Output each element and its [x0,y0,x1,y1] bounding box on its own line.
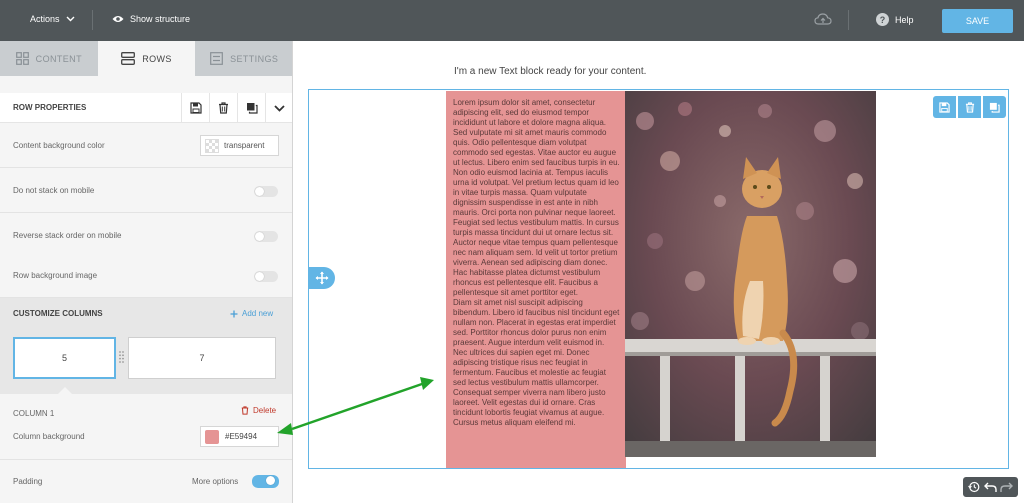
customize-columns-title: CUSTOMIZE COLUMNS [13,309,103,318]
column-1-content[interactable]: Lorem ipsum dolor sit amet, consectetur … [446,91,626,468]
chevron-down-icon [66,16,75,22]
text-block[interactable]: I'm a new Text block ready for your cont… [454,66,646,77]
delete-column-button[interactable]: Delete [241,406,276,415]
rows-icon [121,52,136,65]
row-properties-title: ROW PROPERTIES [13,103,87,112]
help-label: Help [895,14,914,25]
drag-handle-icon[interactable] [119,350,124,364]
move-arrows-icon [315,271,329,285]
column-1-title: COLUMN 1 [13,409,55,418]
history-toolbar [963,477,1018,497]
duplicate-icon [989,102,1000,113]
content-background-row: Content background color transparent [0,123,292,168]
tab-content-label: CONTENT [35,53,82,64]
cloud-upload-icon [814,13,832,25]
show-structure-button[interactable]: Show structure [112,14,190,24]
delete-label: Delete [253,406,277,415]
row-background-image-toggle[interactable] [254,271,278,282]
top-toolbar: Actions Show structure ? Help SAVE [0,0,1024,41]
content-background-label: Content background color [13,141,105,150]
selected-row[interactable]: Lorem ipsum dolor sit amet, consectetur … [308,89,1009,469]
floppy-disk-icon [189,102,202,114]
do-not-stack-toggle[interactable] [254,186,278,197]
settings-icon [210,52,223,65]
row-properties-header: ROW PROPERTIES [0,93,292,123]
tab-rows[interactable]: ROWS [97,41,196,76]
trash-icon [241,406,249,415]
toolbar-divider [92,10,93,30]
padding-row: Padding More options [0,461,292,503]
reverse-stack-toggle[interactable] [254,231,278,242]
column-1-section: COLUMN 1 Delete Column background #E5949… [0,394,292,460]
history-clock-icon [968,481,980,493]
eye-icon [112,16,124,22]
more-options-label: More options [192,477,239,486]
row-background-image-label: Row background image [13,271,98,280]
do-not-stack-row: Do not stack on mobile [0,168,292,213]
cat-image [625,91,876,457]
tab-rows-label: ROWS [142,53,172,64]
lorem-text: Lorem ipsum dolor sit amet, consectetur … [453,98,620,427]
row-background-image-row: Row background image [0,253,292,298]
move-row-handle[interactable] [309,267,335,289]
floppy-disk-icon [939,101,950,113]
editor-canvas: I'm a new Text block ready for your cont… [294,41,1024,503]
column-background-color-picker[interactable]: #E59494 [200,426,279,447]
add-column-button[interactable]: Add new [230,309,273,318]
column-pointer [58,387,72,394]
more-options-toggle[interactable] [252,475,279,488]
save-row-tool[interactable] [933,96,956,118]
content-background-color-picker[interactable]: transparent [200,135,279,156]
trash-icon [965,101,974,113]
duplicate-icon [246,103,258,114]
column-1-box[interactable]: 5 [13,337,116,379]
customize-columns-section: CUSTOMIZE COLUMNS Add new 5 7 [0,298,292,394]
trash-icon [219,102,228,114]
redo-button[interactable] [1000,480,1014,494]
tab-settings[interactable]: SETTINGS [195,41,292,76]
grid-icon [15,52,29,65]
plus-icon [230,310,238,317]
tab-settings-label: SETTINGS [230,53,279,64]
delete-row-button[interactable] [209,93,237,123]
help-icon: ? [876,13,889,26]
toolbar-divider [848,10,849,30]
column-background-value: #E59494 [225,432,258,441]
reverse-stack-label: Reverse stack order on mobile [13,231,122,240]
chevron-down-icon [274,104,285,112]
column-background-swatch [205,429,219,444]
redo-icon [1000,482,1014,492]
content-background-value: transparent [224,141,265,150]
row-toolbar [933,96,1006,118]
column-background-label: Column background [13,432,85,441]
undo-button[interactable] [983,480,997,494]
help-button[interactable]: ? Help [876,13,914,26]
panel-tabs: CONTENT ROWS SETTINGS [0,41,292,76]
collapse-row-properties-button[interactable] [265,93,292,123]
save-button[interactable]: SAVE [942,9,1013,33]
add-new-label: Add new [242,309,274,318]
save-row-button[interactable] [181,93,209,123]
cat-photo[interactable] [625,91,876,457]
delete-row-tool[interactable] [958,96,981,118]
actions-menu[interactable]: Actions [30,14,75,24]
cloud-upload-button[interactable] [814,12,832,28]
do-not-stack-label: Do not stack on mobile [13,186,95,195]
tab-content[interactable]: CONTENT [0,41,98,76]
padding-label: Padding [13,477,43,486]
properties-panel: CONTENT ROWS SETTINGS ROW PROPERTIES Con… [0,41,293,503]
undo-icon [983,482,997,492]
show-structure-label: Show structure [130,14,191,24]
duplicate-row-button[interactable] [237,93,265,123]
actions-label: Actions [30,14,60,24]
duplicate-row-tool[interactable] [983,96,1006,118]
column-2-box[interactable]: 7 [128,337,276,379]
transparent-swatch [205,138,219,153]
history-button[interactable] [967,480,981,494]
reverse-stack-row: Reverse stack order on mobile [0,213,292,258]
